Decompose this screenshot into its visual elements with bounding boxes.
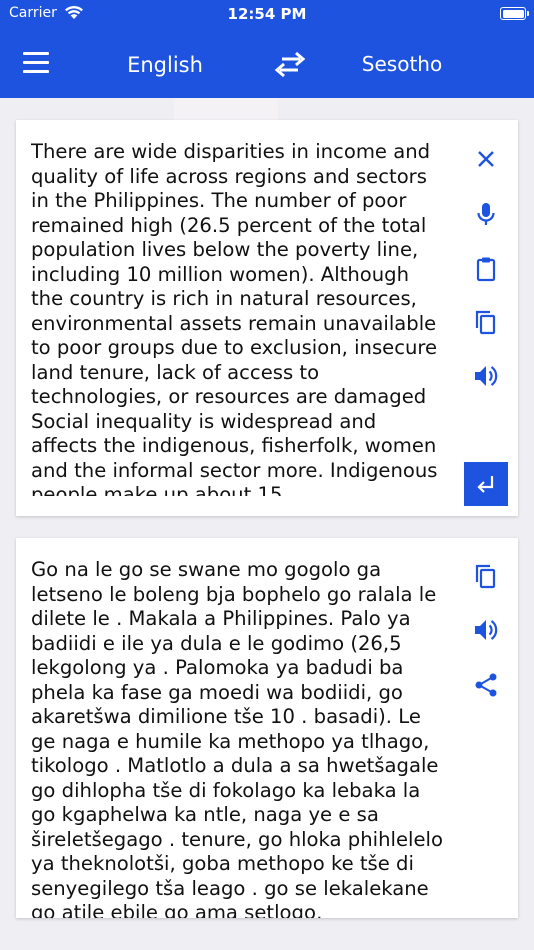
enter-icon	[477, 476, 494, 493]
copy-translation-button[interactable]	[471, 561, 501, 591]
paste-button[interactable]	[471, 254, 501, 284]
share-button[interactable]	[471, 670, 501, 700]
speaker-icon	[475, 366, 498, 386]
top-bar: Carrier 12:54 PM English Sesotho	[0, 0, 534, 98]
target-language-button[interactable]: Sesotho	[352, 52, 452, 76]
battery-icon	[500, 7, 529, 20]
translation-text: Go na le go se swane mo gogolo ga letsen…	[31, 558, 443, 918]
microphone-button[interactable]	[471, 199, 501, 229]
translate-button[interactable]	[464, 462, 508, 506]
status-bar: Carrier 12:54 PM	[0, 0, 534, 30]
share-icon	[475, 673, 497, 697]
clipboard-icon	[476, 257, 496, 282]
swap-arrows-icon	[274, 51, 306, 78]
microphone-icon	[477, 203, 495, 225]
copy-icon	[475, 310, 496, 335]
close-icon	[478, 151, 494, 167]
copy-source-button[interactable]	[471, 307, 501, 337]
hamburger-icon-line	[23, 70, 49, 73]
translation-card: Go na le go se swane mo gogolo ga letsen…	[16, 538, 518, 918]
speak-translation-button[interactable]	[471, 615, 501, 645]
hamburger-icon-line	[23, 61, 49, 64]
speak-source-button[interactable]	[471, 361, 501, 391]
hamburger-icon-line	[23, 52, 49, 55]
source-text-card: There are wide disparities in income and…	[16, 120, 518, 516]
clear-text-button[interactable]	[471, 144, 501, 174]
menu-button[interactable]	[20, 50, 54, 76]
source-text-input[interactable]: There are wide disparities in income and…	[31, 140, 446, 496]
bottom-strip	[0, 940, 534, 950]
status-time: 12:54 PM	[227, 5, 307, 23]
battery-level	[502, 9, 524, 18]
swap-languages-button[interactable]	[272, 50, 308, 78]
speaker-icon	[475, 620, 498, 640]
copy-icon	[475, 564, 496, 589]
source-language-button[interactable]: English	[115, 53, 215, 77]
